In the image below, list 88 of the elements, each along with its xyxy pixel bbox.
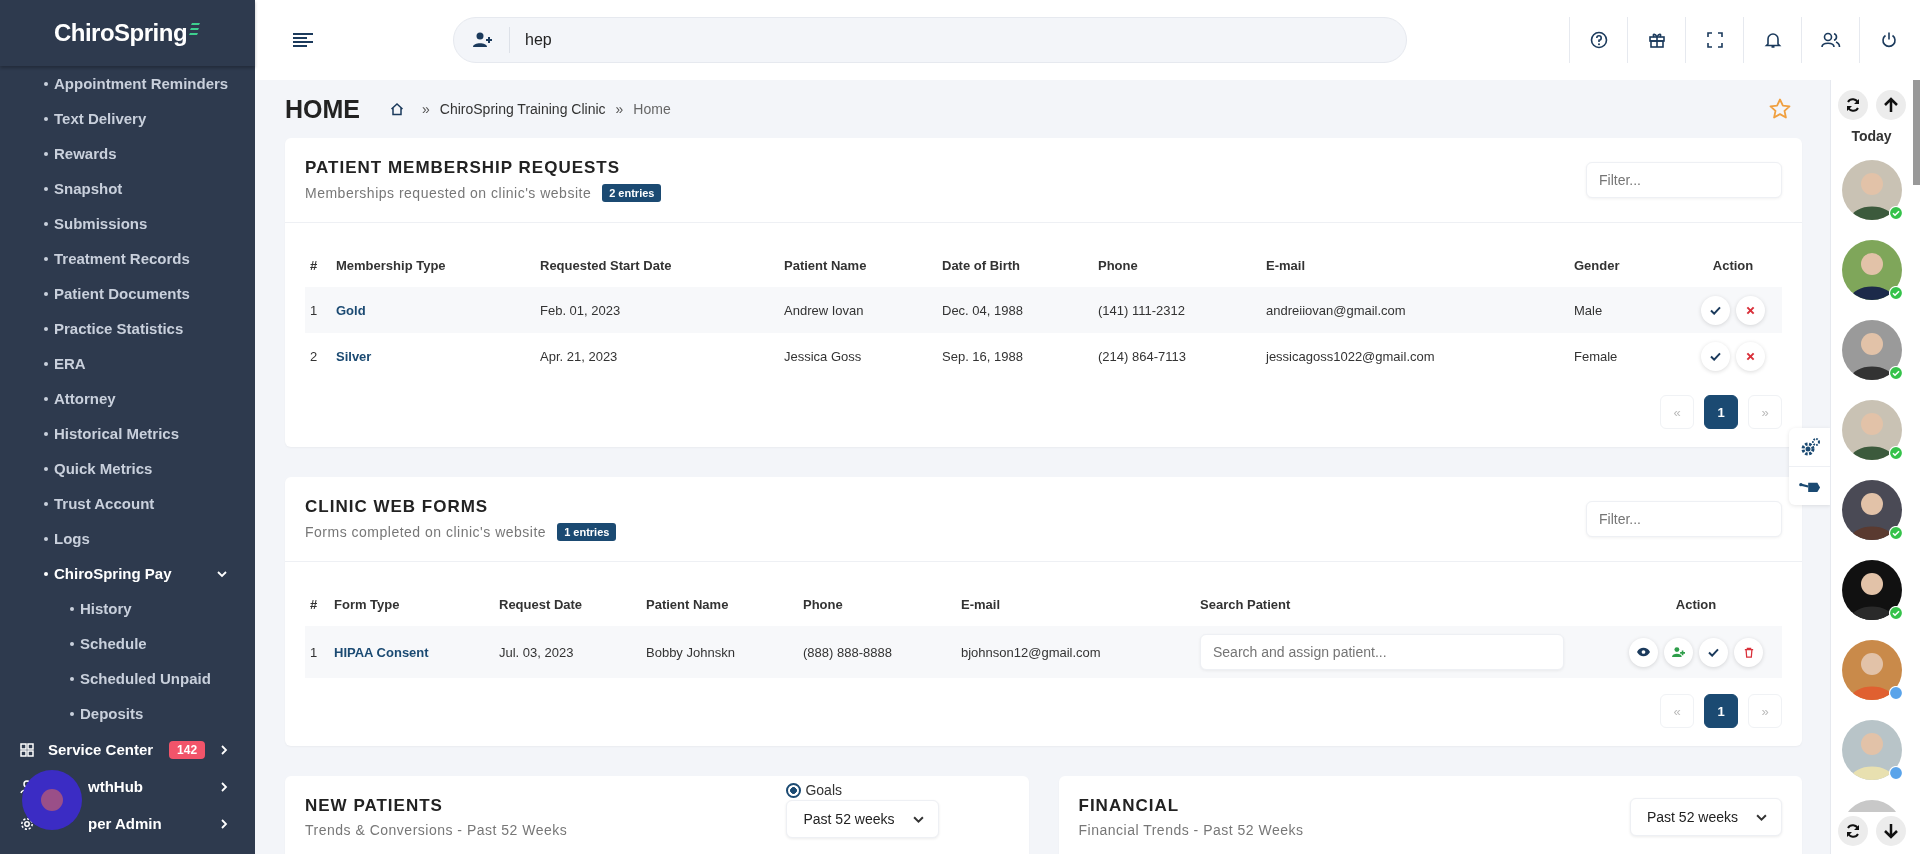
table-cell-text: Jessica Goss <box>783 348 863 364</box>
table-cell-text: 1 <box>309 644 319 660</box>
sidebar-item[interactable]: ChiroSpring Pay <box>0 556 255 591</box>
sidebar-section[interactable]: wthHub <box>88 778 143 795</box>
sidebar-subitem[interactable]: Scheduled Unpaid <box>0 661 255 696</box>
sidebar-item[interactable]: Treatment Records <box>0 241 255 276</box>
filter-field[interactable]: Filter... <box>1586 501 1782 537</box>
search-field[interactable]: hep <box>453 17 1407 63</box>
column-header: Search Patient <box>1199 596 1292 612</box>
radio-label: Goals <box>805 782 842 798</box>
sidebar-item[interactable]: Appointment Reminders <box>0 66 255 101</box>
table-cell-text: jessicagoss1022@gmail.com <box>1264 348 1436 364</box>
range-dropdown[interactable]: Past 52 weeks <box>786 800 939 838</box>
pagination-button[interactable]: 1 <box>1704 395 1738 429</box>
table-cell-text: bjohnson12@gmail.com <box>960 644 1102 660</box>
sidebar-item[interactable]: Quick Metrics <box>0 451 255 486</box>
table-cell-text: 1 <box>309 302 319 318</box>
sidebar-item[interactable]: Historical Metrics <box>0 416 255 451</box>
table-cell-text: Jul. 03, 2023 <box>498 644 575 660</box>
sidebar-item[interactable]: Patient Documents <box>0 276 255 311</box>
table-cell-text: Dec. 04, 1988 <box>941 302 1024 318</box>
card-title: CLINIC WEB FORMS <box>305 497 490 517</box>
column-header: Request Date <box>498 596 584 612</box>
table-cell-text: Andrew Iovan <box>783 302 865 318</box>
entries-badge: 2 entries <box>602 184 662 202</box>
table-cell-text: Female <box>1573 348 1619 364</box>
page-title: HOME <box>285 94 360 124</box>
sidebar-subitem[interactable]: Schedule <box>0 626 255 661</box>
sidebar-item[interactable]: Snapshot <box>0 171 255 206</box>
table-cell-text: (141) 111-2312 <box>1097 302 1186 318</box>
sidebar-item[interactable]: Rewards <box>0 136 255 171</box>
breadcrumb-item[interactable]: ChiroSpring Training Clinic <box>439 101 606 117</box>
card-subtitle: Financial Trends - Past 52 Weeks <box>1078 822 1304 838</box>
breadcrumb-item: Home <box>633 101 671 117</box>
card-title: FINANCIAL <box>1078 796 1181 816</box>
card-subtitle: Memberships requested on clinic's website <box>305 185 592 201</box>
search-patient-field[interactable]: Search and assign patient... <box>1200 634 1564 670</box>
table-cell-text: andreiiovan@gmail.com <box>1265 302 1407 318</box>
sidebar-section[interactable]: Service Center <box>48 741 154 758</box>
sidebar-item[interactable]: Text Delivery <box>0 101 255 136</box>
entries-badge: 1 entries <box>557 523 617 541</box>
breadcrumb-separator: » <box>615 101 624 117</box>
table-cell-text: Feb. 01, 2023 <box>539 302 622 318</box>
column-header: E-mail <box>1265 257 1306 273</box>
column-header: # <box>309 596 319 612</box>
table-cell-text: Male <box>1573 302 1604 318</box>
column-header: Phone <box>1097 257 1139 273</box>
column-header: Action <box>1674 596 1718 612</box>
table-cell-text: (888) 888-8888 <box>802 644 893 660</box>
sidebar-item[interactable]: Submissions <box>0 206 255 241</box>
column-header: Action <box>1711 257 1755 273</box>
table-link[interactable]: Gold <box>331 302 535 318</box>
sidebar-item[interactable]: Attorney <box>0 381 255 416</box>
table-cell-text: Sep. 16, 1988 <box>941 348 1024 364</box>
column-header: Gender <box>1573 257 1621 273</box>
column-header: Requested Start Date <box>539 257 673 273</box>
card-title: NEW PATIENTS <box>305 796 444 816</box>
sidebar-item[interactable]: Practice Statistics <box>0 311 255 346</box>
pagination-button[interactable]: 1 <box>1704 694 1738 728</box>
column-header: Patient Name <box>645 596 730 612</box>
column-header: Membership Type <box>335 257 447 273</box>
table-link[interactable]: Silver <box>331 348 535 364</box>
sidebar-item[interactable]: Logs <box>0 521 255 556</box>
card-title: PATIENT MEMBERSHIP REQUESTS <box>305 158 622 178</box>
filter-field[interactable]: Filter... <box>1586 162 1782 198</box>
table-cell-text: Bobby Johnskn <box>645 644 736 660</box>
breadcrumb-separator: » <box>422 101 430 117</box>
sidebar-section[interactable]: per Admin <box>88 815 162 832</box>
count-badge: 142 <box>169 740 206 759</box>
table-link[interactable]: HIPAA Consent <box>329 644 494 660</box>
column-header: # <box>309 257 319 273</box>
today-label: Today <box>1851 128 1892 144</box>
table-cell-text: Apr. 21, 2023 <box>539 348 619 364</box>
sidebar-subitem[interactable]: History <box>0 591 255 626</box>
sidebar-subitem[interactable]: Deposits <box>0 696 255 731</box>
table-cell-text: 2 <box>309 348 319 364</box>
table-cell-text: (214) 864-7113 <box>1097 348 1187 364</box>
logo-text[interactable]: ChiroSpring <box>53 19 188 47</box>
column-header: Phone <box>802 596 844 612</box>
column-header: Patient Name <box>783 257 868 273</box>
range-dropdown[interactable]: Past 52 weeks <box>1629 798 1782 836</box>
sidebar-item[interactable]: Trust Account <box>0 486 255 521</box>
column-header: Form Type <box>333 596 401 612</box>
sidebar-item[interactable]: ERA <box>0 346 255 381</box>
column-header: E-mail <box>960 596 1001 612</box>
column-header: Date of Birth <box>941 257 1021 273</box>
card-subtitle: Forms completed on clinic's website <box>305 524 547 540</box>
card-subtitle: Trends & Conversions - Past 52 Weeks <box>305 822 568 838</box>
